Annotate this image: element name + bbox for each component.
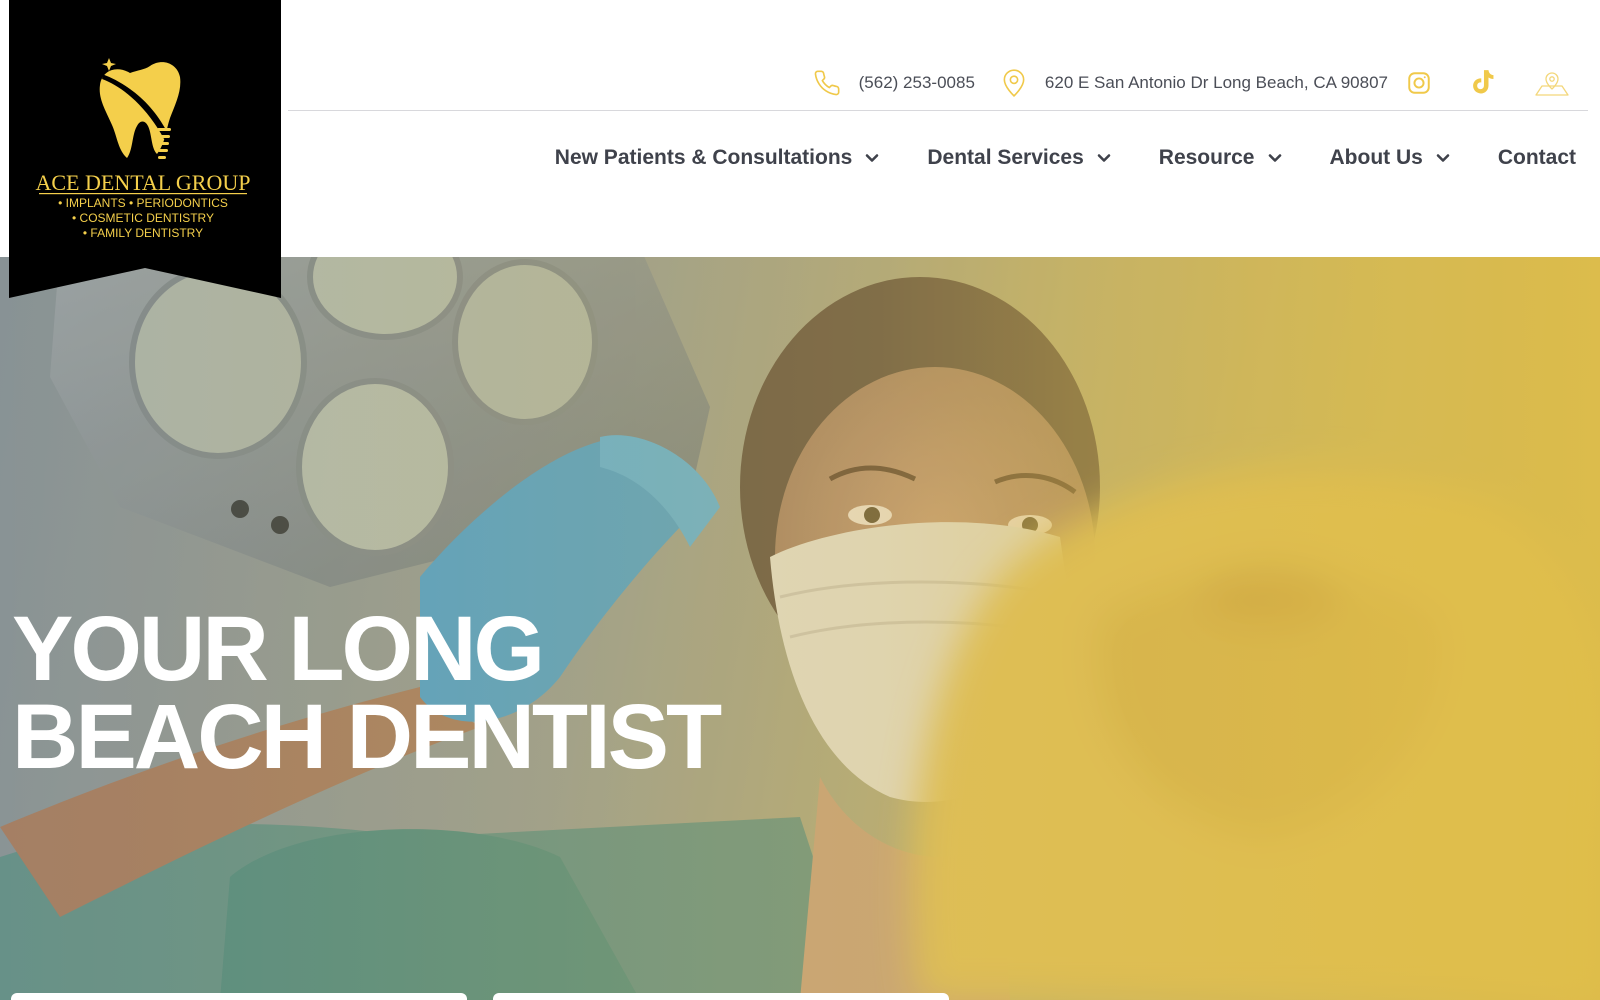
nav-item-new-patients[interactable]: New Patients & Consultations (555, 146, 880, 170)
header-divider (288, 110, 1588, 111)
logo-brand-name: ACE DENTAL GROUP (36, 170, 251, 195)
instagram-icon[interactable] (1406, 70, 1432, 96)
logo-services-line: • IMPLANTS • PERIODONTICS (58, 196, 228, 210)
logo-services-line: • COSMETIC DENTISTRY (72, 211, 214, 225)
tiktok-icon[interactable] (1470, 69, 1496, 97)
contact-bar: (562) 253-0085 620 E San Antonio Dr Long… (813, 62, 1570, 104)
hero-title: YOUR LONG BEACH DENTIST (12, 598, 772, 788)
chevron-down-icon (1436, 153, 1450, 163)
chevron-down-icon (865, 153, 879, 163)
nav-item-label: Contact (1497, 146, 1576, 169)
map-icon[interactable] (1534, 68, 1570, 98)
hero-title-line: YOUR LONG (12, 598, 545, 700)
location-pin-icon[interactable] (1001, 68, 1027, 98)
logo-services-line: • FAMILY DENTISTRY (83, 226, 203, 240)
hero-banner: YOUR LONG BEACH DENTIST (0, 257, 1600, 1000)
site-logo[interactable]: ACE DENTAL GROUP • IMPLANTS • PERIODONTI… (9, 0, 281, 298)
chevron-down-icon (1268, 153, 1282, 163)
phone-icon[interactable] (813, 69, 841, 97)
chevron-down-icon (1097, 153, 1111, 163)
nav-item-label: New Patients & Consultations (554, 146, 853, 169)
logo-banner: ACE DENTAL GROUP • IMPLANTS • PERIODONTI… (9, 0, 281, 298)
phone-link[interactable]: (562) 253-0085 (859, 73, 975, 93)
cta-button-primary[interactable] (11, 993, 467, 1000)
nav-item-dental-services[interactable]: Dental Services (927, 146, 1111, 170)
nav-item-about-us[interactable]: About Us (1330, 146, 1450, 170)
nav-item-label: Dental Services (927, 146, 1084, 169)
nav-item-contact[interactable]: Contact (1498, 146, 1576, 170)
address-link[interactable]: 620 E San Antonio Dr Long Beach, CA 9080… (1045, 73, 1388, 93)
nav-item-resource[interactable]: Resource (1159, 146, 1282, 170)
hero-title-line: BEACH DENTIST (12, 686, 722, 788)
cta-button-secondary[interactable] (493, 993, 949, 1000)
main-nav: New Patients & Consultations Dental Serv… (555, 138, 1576, 178)
nav-item-label: About Us (1329, 146, 1423, 169)
nav-item-label: Resource (1158, 146, 1255, 169)
